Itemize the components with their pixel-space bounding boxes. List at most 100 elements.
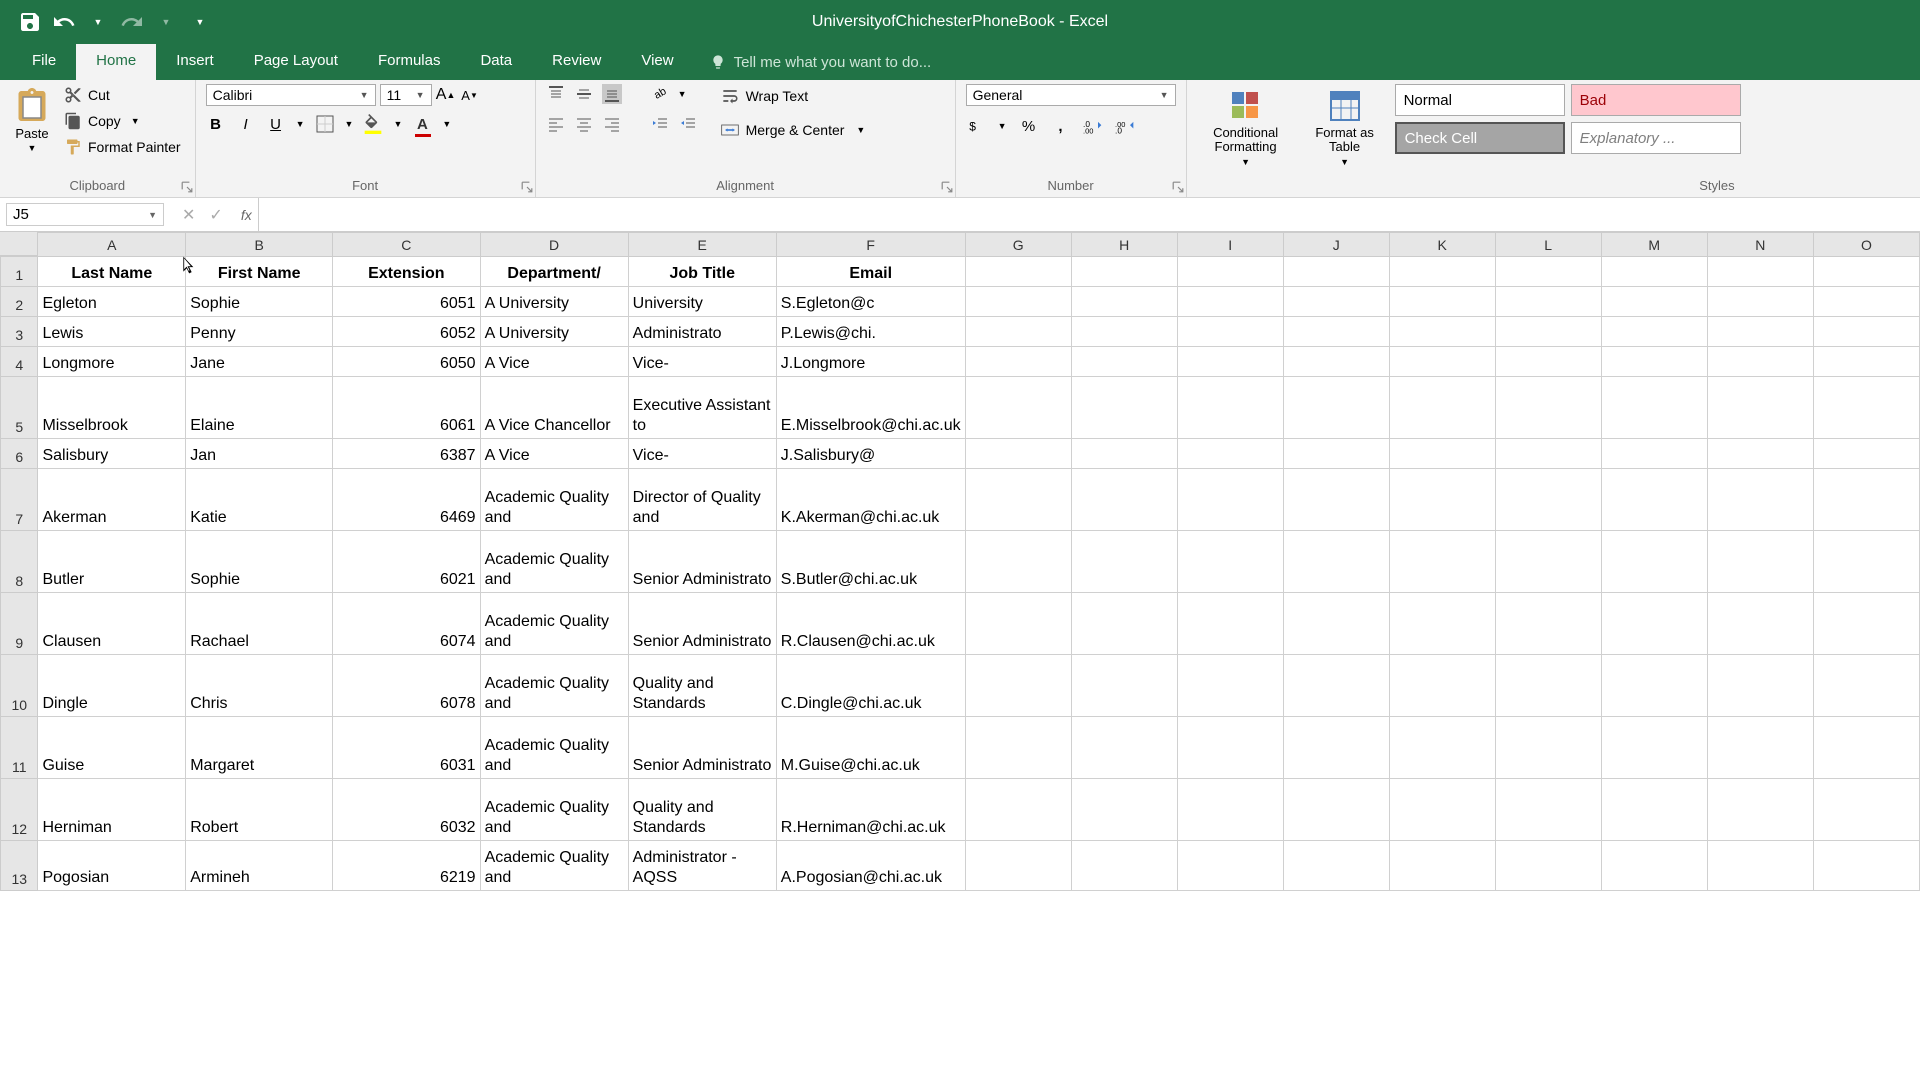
cell[interactable]	[1601, 717, 1707, 779]
cell[interactable]: 6052	[333, 317, 480, 347]
cell[interactable]: Academic Quality and	[480, 531, 628, 593]
column-header[interactable]: C	[333, 233, 480, 257]
align-right-icon[interactable]	[602, 114, 622, 134]
cell[interactable]	[1389, 257, 1495, 287]
cell[interactable]: Clausen	[38, 593, 186, 655]
cell[interactable]	[1495, 317, 1601, 347]
cell[interactable]: Rachael	[186, 593, 333, 655]
align-top-icon[interactable]	[546, 84, 566, 104]
cell[interactable]	[1813, 779, 1919, 841]
cell[interactable]: Academic Quality and	[480, 841, 628, 891]
cell[interactable]	[1813, 377, 1919, 439]
cell[interactable]	[1283, 347, 1389, 377]
number-launcher-icon[interactable]	[1172, 181, 1184, 193]
select-all-corner[interactable]	[0, 232, 38, 256]
cell[interactable]	[1071, 439, 1177, 469]
cell[interactable]	[1177, 779, 1283, 841]
accounting-icon[interactable]: $	[966, 116, 986, 136]
cell[interactable]: 6021	[333, 531, 480, 593]
cell[interactable]: Katie	[186, 469, 333, 531]
cell[interactable]	[1389, 317, 1495, 347]
cell[interactable]: Academic Quality and	[480, 655, 628, 717]
decrease-font-icon[interactable]: A▼	[460, 85, 480, 105]
enter-formula-icon[interactable]: ✓	[209, 205, 222, 225]
cell[interactable]: 6061	[333, 377, 480, 439]
cell[interactable]	[1601, 779, 1707, 841]
tab-page-layout[interactable]: Page Layout	[234, 44, 358, 80]
increase-indent-icon[interactable]	[678, 114, 698, 134]
redo-icon[interactable]	[120, 10, 144, 34]
cell[interactable]	[1389, 779, 1495, 841]
cell[interactable]: 6219	[333, 841, 480, 891]
cell[interactable]: 6032	[333, 779, 480, 841]
cell[interactable]: Butler	[38, 531, 186, 593]
border-icon[interactable]	[315, 114, 335, 134]
cell[interactable]	[1389, 377, 1495, 439]
cell[interactable]	[1601, 841, 1707, 891]
cell[interactable]	[1177, 469, 1283, 531]
cell[interactable]	[965, 377, 1071, 439]
cell[interactable]: A University	[480, 287, 628, 317]
alignment-launcher-icon[interactable]	[941, 181, 953, 193]
increase-font-icon[interactable]: A▲	[436, 85, 456, 105]
cell[interactable]	[1707, 593, 1813, 655]
cell[interactable]	[1071, 655, 1177, 717]
cell[interactable]	[965, 347, 1071, 377]
cell[interactable]: Penny	[186, 317, 333, 347]
undo-icon[interactable]	[52, 10, 76, 34]
cell[interactable]: S.Egleton@c	[776, 287, 965, 317]
cell[interactable]: 6078	[333, 655, 480, 717]
cell[interactable]: Academic Quality and	[480, 593, 628, 655]
font-color-icon[interactable]: A	[412, 114, 432, 134]
cell[interactable]: Robert	[186, 779, 333, 841]
tab-formulas[interactable]: Formulas	[358, 44, 461, 80]
tell-me[interactable]: Tell me what you want to do...	[694, 44, 948, 80]
cell[interactable]	[1601, 439, 1707, 469]
cell[interactable]	[1283, 779, 1389, 841]
cell[interactable]	[1707, 439, 1813, 469]
cell[interactable]	[1495, 779, 1601, 841]
cell[interactable]	[1071, 347, 1177, 377]
row-header[interactable]: 8	[1, 531, 38, 593]
cell[interactable]	[1495, 841, 1601, 891]
align-left-icon[interactable]	[546, 114, 566, 134]
italic-icon[interactable]: I	[236, 114, 256, 134]
cell[interactable]: Chris	[186, 655, 333, 717]
cell[interactable]: P.Lewis@chi.	[776, 317, 965, 347]
row-header[interactable]: 9	[1, 593, 38, 655]
cell[interactable]	[1177, 377, 1283, 439]
cell[interactable]	[1177, 841, 1283, 891]
cell[interactable]: Armineh	[186, 841, 333, 891]
style-bad[interactable]: Bad	[1571, 84, 1741, 116]
cell[interactable]	[1813, 347, 1919, 377]
cell[interactable]	[1707, 377, 1813, 439]
cell[interactable]: First Name	[186, 257, 333, 287]
cell[interactable]	[1707, 317, 1813, 347]
clipboard-launcher-icon[interactable]	[181, 181, 193, 193]
row-header[interactable]: 13	[1, 841, 38, 891]
cell[interactable]	[1707, 717, 1813, 779]
cell[interactable]: Last Name	[38, 257, 186, 287]
cell[interactable]	[1495, 347, 1601, 377]
cell[interactable]	[1177, 531, 1283, 593]
cell[interactable]	[1813, 531, 1919, 593]
row-header[interactable]: 6	[1, 439, 38, 469]
cell[interactable]	[1283, 377, 1389, 439]
cell[interactable]	[1389, 347, 1495, 377]
cell[interactable]	[965, 257, 1071, 287]
cell[interactable]: 6469	[333, 469, 480, 531]
cell[interactable]	[965, 655, 1071, 717]
cell[interactable]	[1071, 287, 1177, 317]
row-header[interactable]: 2	[1, 287, 38, 317]
cell[interactable]	[1389, 469, 1495, 531]
cell[interactable]	[1071, 841, 1177, 891]
cell[interactable]: Salisbury	[38, 439, 186, 469]
cell[interactable]: 6031	[333, 717, 480, 779]
cell[interactable]	[965, 841, 1071, 891]
cell[interactable]: C.Dingle@chi.ac.uk	[776, 655, 965, 717]
comma-icon[interactable]: ,	[1051, 116, 1071, 136]
fx-icon[interactable]: fx	[241, 207, 258, 223]
cell[interactable]	[1601, 593, 1707, 655]
column-header[interactable]: G	[965, 233, 1071, 257]
cell[interactable]	[1283, 317, 1389, 347]
